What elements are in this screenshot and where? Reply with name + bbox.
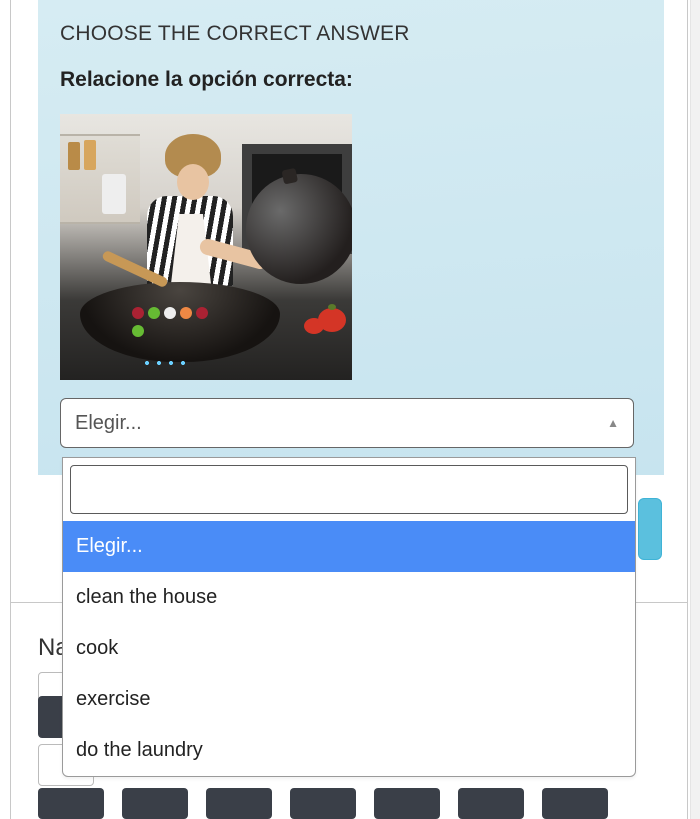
answer-select-label: Elegir... — [75, 412, 142, 435]
nav-button[interactable] — [38, 788, 104, 819]
dropdown-option[interactable]: clean the house — [63, 572, 635, 623]
submit-button[interactable] — [638, 498, 662, 560]
nav-button[interactable] — [206, 788, 272, 819]
question-image — [60, 114, 352, 380]
question-card: CHOOSE THE CORRECT ANSWER Relacione la o… — [38, 0, 664, 475]
nav-button[interactable] — [374, 788, 440, 819]
dropdown-option-placeholder[interactable]: Elegir... — [63, 521, 635, 572]
instruction-text: CHOOSE THE CORRECT ANSWER — [60, 22, 642, 46]
answer-dropdown-panel: Elegir... clean the house cook exercise … — [62, 457, 636, 777]
scrollbar[interactable] — [690, 0, 700, 819]
chevron-up-icon: ▲ — [607, 416, 619, 430]
dropdown-option-list: Elegir... clean the house cook exercise … — [63, 521, 635, 776]
dropdown-option[interactable]: exercise — [63, 674, 635, 725]
question-prompt: Relacione la opción correcta: — [60, 68, 642, 92]
answer-select[interactable]: Elegir... ▲ — [60, 398, 634, 448]
nav-button[interactable] — [122, 788, 188, 819]
dropdown-search-input[interactable] — [70, 465, 628, 514]
nav-button[interactable] — [458, 788, 524, 819]
dropdown-option[interactable]: cook — [63, 623, 635, 674]
dropdown-option[interactable]: do the laundry — [63, 725, 635, 776]
nav-row-d — [38, 788, 608, 819]
nav-button[interactable] — [290, 788, 356, 819]
nav-button[interactable] — [542, 788, 608, 819]
